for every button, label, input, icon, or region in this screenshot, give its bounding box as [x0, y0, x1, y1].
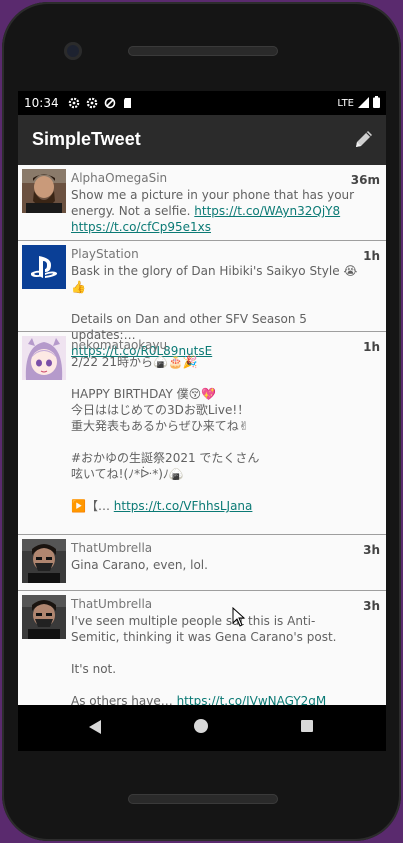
- app-title: SimpleTweet: [32, 129, 141, 149]
- tweet-text: 2/22 21時から🍙🎂🎉 HAPPY BIRTHDAY 僕😚💖 今日ははじめて…: [71, 355, 260, 513]
- tweet-item[interactable]: ThatUmbrella 3h Gina Carano, even, lol.: [18, 535, 386, 591]
- home-icon[interactable]: [194, 719, 208, 733]
- tweet-author[interactable]: nekomataokayu: [71, 338, 167, 352]
- mouse-cursor-icon: [232, 606, 246, 631]
- tweet-body: Show me a picture in your phone that has…: [71, 187, 361, 235]
- tweet-author[interactable]: ThatUmbrella: [71, 541, 152, 555]
- battery-icon: [373, 96, 380, 111]
- avatar[interactable]: [22, 539, 66, 583]
- tweet-item[interactable]: nekomataokayu 1h 2/22 21時から🍙🎂🎉 HAPPY BIR…: [18, 332, 386, 535]
- tweet-item[interactable]: PlayStation 1h Bask in the glory of Dan …: [18, 241, 386, 358]
- tweet-body: I've seen multiple people sat this is An…: [71, 613, 361, 705]
- tweet-text: Gina Carano, even, lol.: [71, 558, 208, 572]
- sd-card-icon: [122, 97, 134, 109]
- timeline-list[interactable]: AlphaOmegaSin 36m Show me a picture in y…: [18, 165, 386, 705]
- tweet-timestamp: 3h: [363, 543, 380, 557]
- bottom-speaker: [128, 794, 278, 804]
- tweet-timestamp: 1h: [363, 340, 380, 354]
- tweet-author[interactable]: AlphaOmegaSin: [71, 171, 167, 185]
- status-bar: 10:34 LTE: [18, 91, 386, 115]
- tweet-timestamp: 36m: [350, 173, 380, 187]
- app-bar: SimpleTweet: [18, 115, 386, 165]
- pencil-icon[interactable]: [352, 127, 376, 151]
- back-icon[interactable]: [88, 719, 102, 739]
- data-saver-icon: [104, 97, 116, 109]
- tweet-link[interactable]: https://t.co/cfCp95e1xs: [71, 220, 211, 234]
- system-nav-bar: [18, 705, 386, 751]
- front-camera: [64, 42, 82, 60]
- earpiece-speaker: [128, 46, 278, 56]
- tweet-item[interactable]: ThatUmbrella 3h I've seen multiple peopl…: [18, 591, 386, 705]
- avatar[interactable]: [22, 336, 66, 380]
- tweet-link[interactable]: https://t.co/WAyn32QjY8: [194, 204, 340, 218]
- screen: 10:34 LTE SimpleTweet AlphaOmegaSin 36m …: [18, 91, 386, 751]
- status-time: 10:34: [24, 96, 59, 110]
- avatar[interactable]: [22, 169, 66, 213]
- signal-icon: [358, 96, 369, 111]
- tweet-text: I've seen multiple people sat this is An…: [71, 614, 337, 705]
- tweet-author[interactable]: ThatUmbrella: [71, 597, 152, 611]
- tweet-body: Gina Carano, even, lol.: [71, 557, 361, 573]
- network-type: LTE: [337, 98, 354, 109]
- recents-icon[interactable]: [301, 720, 313, 732]
- tweet-link[interactable]: https://t.co/VFhhsLJana: [114, 499, 253, 513]
- tweet-item[interactable]: AlphaOmegaSin 36m Show me a picture in y…: [18, 165, 386, 241]
- tweet-text: Bask in the glory of Dan Hibiki's Saikyo…: [71, 264, 358, 342]
- tweet-link[interactable]: https://t.co/IVwNAGY2gM: [177, 694, 327, 705]
- avatar[interactable]: [22, 595, 66, 639]
- tweet-timestamp: 3h: [363, 599, 380, 613]
- gear-icon: [68, 97, 80, 109]
- tweet-body: 2/22 21時から🍙🎂🎉 HAPPY BIRTHDAY 僕😚💖 今日ははじめて…: [71, 354, 361, 514]
- tweet-timestamp: 1h: [363, 249, 380, 263]
- tweet-author[interactable]: PlayStation: [71, 247, 139, 261]
- gear-icon: [86, 97, 98, 109]
- avatar[interactable]: [22, 245, 66, 289]
